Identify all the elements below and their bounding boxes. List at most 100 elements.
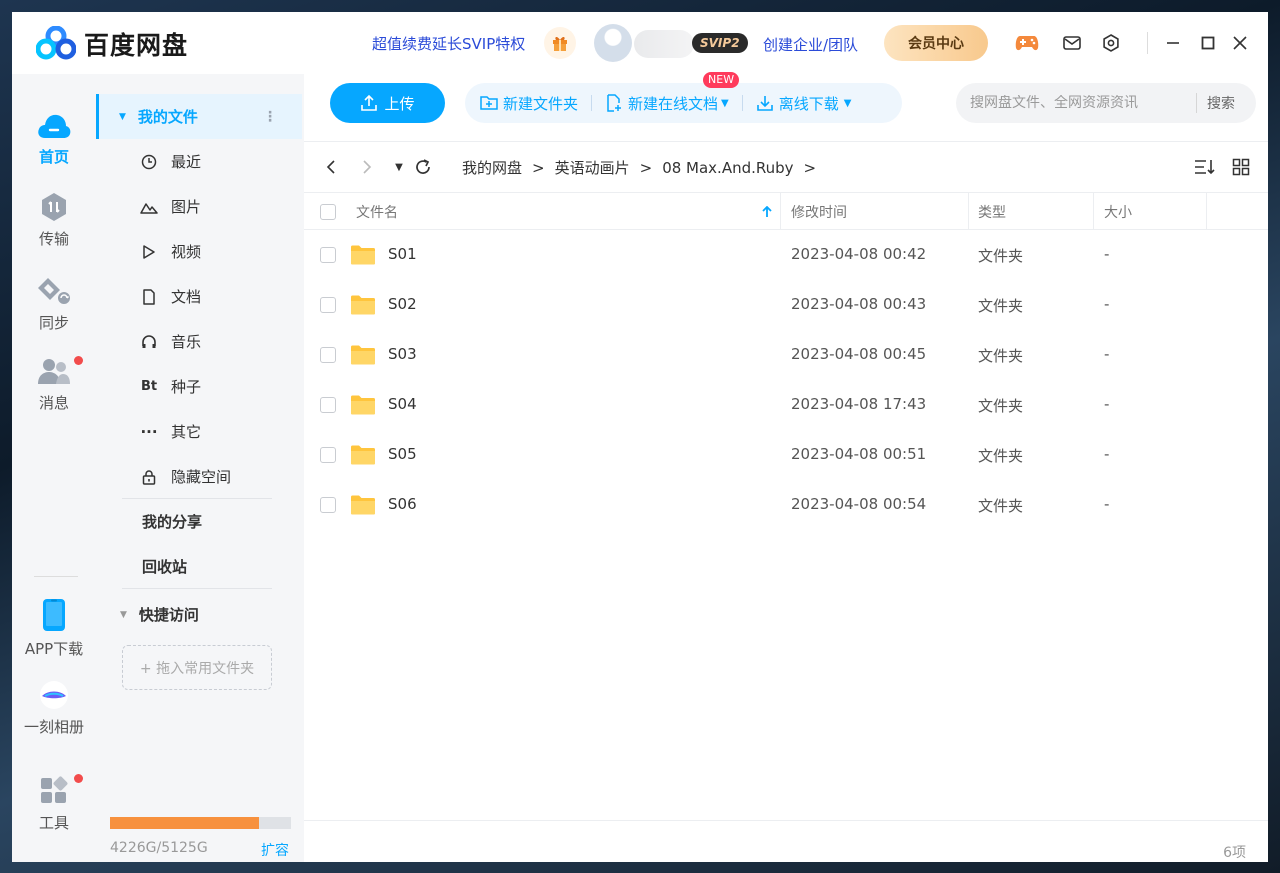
row-checkbox[interactable] — [320, 347, 336, 363]
rail-label-tools: 工具 — [38, 814, 69, 832]
sidebar-item-images[interactable]: 图片 — [96, 184, 302, 229]
rail-item-tools[interactable]: 工具 — [12, 776, 96, 833]
table-row[interactable]: S06 2023-04-08 00:54 文件夹 - — [304, 480, 1268, 530]
search-button[interactable]: 搜索 — [1207, 93, 1235, 113]
file-modified-time: 2023-04-08 00:45 — [791, 345, 927, 363]
table-row[interactable]: S03 2023-04-08 00:45 文件夹 - — [304, 330, 1268, 380]
select-all-checkbox[interactable] — [320, 203, 336, 220]
storage-quota-fill — [110, 817, 260, 829]
table-row[interactable]: S04 2023-04-08 17:43 文件夹 - — [304, 380, 1268, 430]
table-row[interactable]: S01 2023-04-08 00:42 文件夹 - — [304, 230, 1268, 280]
rail-item-app-download[interactable]: APP下载 — [12, 598, 96, 659]
rail-item-album[interactable]: 一刻相册 — [12, 680, 96, 737]
sidebar-label-torrents: 种子 — [171, 378, 202, 396]
upload-button[interactable]: 上传 — [330, 83, 445, 123]
sidebar-item-torrents[interactable]: Bt 种子 — [96, 364, 302, 409]
sort-button[interactable] — [1194, 157, 1216, 177]
username-blurred[interactable] — [634, 30, 694, 58]
offline-download-button[interactable]: 离线下载 ▼ — [756, 93, 852, 114]
app-title: 百度网盘 — [84, 31, 189, 60]
rail-item-transfer[interactable]: 传输 — [12, 192, 96, 249]
svip-renew-promo-link[interactable]: 超值续费延长SVIP特权 — [372, 33, 525, 54]
column-header-size[interactable]: 大小 — [1104, 193, 1132, 230]
table-row[interactable]: S05 2023-04-08 00:51 文件夹 - — [304, 430, 1268, 480]
user-avatar[interactable] — [594, 24, 632, 62]
close-icon — [1233, 36, 1247, 50]
more-vertical-icon[interactable]: ⋮ — [263, 109, 277, 125]
sidebar-item-quick-access[interactable]: ▼ 快捷访问 — [96, 592, 302, 637]
row-checkbox[interactable] — [320, 497, 336, 513]
file-name: S04 — [388, 395, 417, 413]
file-type: 文件夹 — [978, 347, 1024, 365]
new-folder-button[interactable]: 新建文件夹 — [480, 93, 578, 114]
file-size: - — [1104, 395, 1110, 413]
sidebar-label-videos: 视频 — [171, 243, 202, 261]
storage-quota-text: 4226G/5125G — [110, 840, 208, 856]
minimize-button[interactable] — [1161, 31, 1185, 55]
gift-icon — [553, 36, 567, 51]
collapse-triangle-icon: ▼ — [120, 609, 127, 620]
column-header-name[interactable]: 文件名 — [356, 193, 780, 230]
rail-item-messages[interactable]: 消息 — [12, 356, 96, 413]
forward-button[interactable] — [356, 157, 378, 177]
maximize-icon — [1201, 36, 1215, 50]
file-modified-time: 2023-04-08 00:51 — [791, 445, 927, 463]
new-online-doc-button[interactable]: 新建在线文档 ▼ NEW — [605, 71, 740, 114]
expand-storage-link[interactable]: 扩容 — [261, 840, 289, 860]
gift-button[interactable] — [544, 27, 576, 59]
row-checkbox[interactable] — [320, 397, 336, 413]
file-modified-time: 2023-04-08 00:42 — [791, 245, 927, 263]
search-box: 搜索 — [956, 83, 1256, 123]
breadcrumb-separator: > — [803, 158, 817, 177]
image-icon — [139, 199, 159, 215]
member-center-button[interactable]: 会员中心 — [884, 25, 988, 61]
rail-item-sync[interactable]: 同步 — [12, 274, 96, 333]
sidebar-item-hidden-space[interactable]: 隐藏空间 — [96, 454, 302, 499]
refresh-button[interactable] — [412, 157, 434, 177]
mail-button[interactable] — [1060, 31, 1084, 55]
navigation-bar: ▼ 我的网盘 > 英语动画片 > 08 Max.And.Ruby > — [304, 142, 1268, 192]
sidebar-item-music[interactable]: 音乐 — [96, 319, 302, 364]
column-header-type[interactable]: 类型 — [978, 193, 1006, 230]
file-size: - — [1104, 245, 1110, 263]
breadcrumb-separator: > — [639, 158, 653, 177]
sidebar-item-my-files[interactable]: ▼ 我的文件 ⋮ — [96, 94, 302, 139]
sidebar-item-recycle-bin[interactable]: 回收站 — [96, 544, 302, 589]
column-label-size: 大小 — [1104, 204, 1132, 221]
search-separator — [1196, 93, 1197, 113]
close-button[interactable] — [1228, 31, 1252, 55]
quick-access-drop-zone[interactable]: + 拖入常用文件夹 — [122, 645, 272, 690]
sidebar-item-my-share[interactable]: 我的分享 — [96, 499, 302, 544]
sidebar-item-videos[interactable]: 视频 — [96, 229, 302, 274]
maximize-button[interactable] — [1196, 31, 1220, 55]
sidebar-label-other: 其它 — [171, 423, 202, 441]
row-checkbox[interactable] — [320, 247, 336, 263]
file-name: S01 — [388, 245, 417, 263]
sidebar-item-documents[interactable]: 文档 — [96, 274, 302, 319]
grid-view-button[interactable] — [1230, 157, 1252, 177]
sidebar-label-music: 音乐 — [171, 333, 202, 351]
back-button[interactable] — [320, 157, 342, 177]
search-input[interactable] — [956, 95, 1196, 111]
column-header-modified[interactable]: 修改时间 — [791, 193, 847, 230]
sidebar-label-my-share: 我的分享 — [142, 513, 203, 531]
breadcrumb-item-root[interactable]: 我的网盘 — [462, 157, 522, 178]
main-panel: 上传 新建文件夹 新建在线文档 ▼ NEW 离线下载 ▼ 搜网盘文件、全网资源资… — [304, 71, 1268, 862]
breadcrumb-item-folder[interactable]: 英语动画片 — [555, 157, 630, 178]
contacts-icon — [38, 359, 70, 384]
row-checkbox[interactable] — [320, 447, 336, 463]
create-team-link[interactable]: 创建企业/团队 — [763, 34, 858, 55]
sidebar-item-recent[interactable]: 最近 — [96, 139, 302, 184]
dropdown-caret-icon: ▼ — [843, 97, 852, 109]
mail-icon — [1063, 36, 1081, 50]
rail-item-home[interactable]: 首页 — [12, 110, 96, 167]
row-checkbox[interactable] — [320, 297, 336, 313]
table-row[interactable]: S02 2023-04-08 00:43 文件夹 - — [304, 280, 1268, 330]
game-button[interactable] — [1015, 31, 1039, 55]
file-type: 文件夹 — [978, 497, 1024, 515]
sidebar-item-other[interactable]: ··· 其它 — [96, 409, 302, 454]
history-dropdown-button[interactable]: ▼ — [388, 157, 410, 177]
settings-button[interactable] — [1099, 31, 1123, 55]
sidebar-label-hidden-space: 隐藏空间 — [171, 468, 232, 486]
breadcrumb-item-current[interactable]: 08 Max.And.Ruby — [662, 159, 793, 177]
